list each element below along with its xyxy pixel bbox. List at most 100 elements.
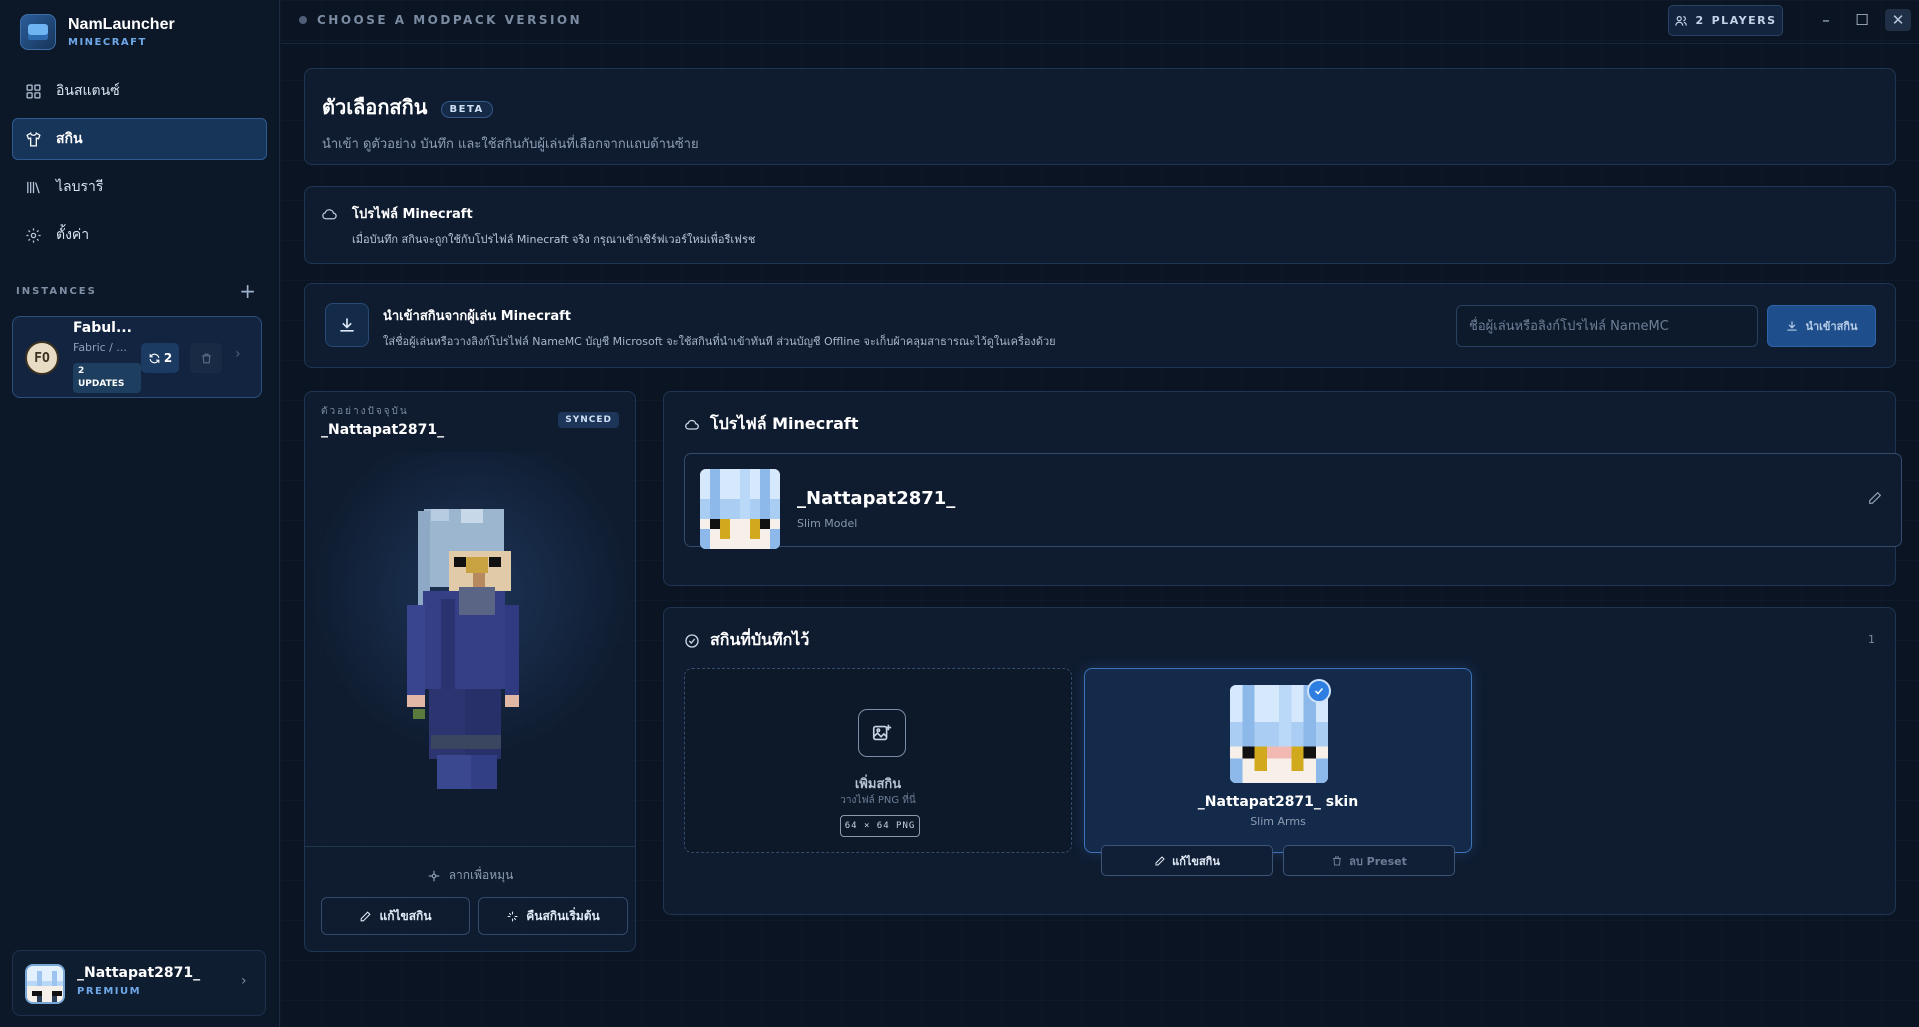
- import-card: นำเข้าสกินจากผู้เล่น Minecraft ใส่ชื่อผู…: [304, 283, 1896, 368]
- skin-preview-card: ตัวอย่างปัจจุบัน _Nattapat2871_ SYNCED ล…: [304, 391, 636, 952]
- notice-text: เมื่อบันทึก สกินจะถูกใช้กับโปรไฟล์ Minec…: [352, 233, 756, 246]
- notice-title: โปรไฟล์ Minecraft: [352, 207, 473, 222]
- download-icon: [325, 303, 369, 347]
- avatar: [25, 964, 65, 1004]
- download-icon: [1787, 321, 1798, 331]
- sidebar-item-skins[interactable]: สกิน: [12, 118, 267, 160]
- refresh-icon: [149, 353, 160, 363]
- maximize-icon[interactable]: ☐: [1849, 9, 1875, 31]
- instance-meta: Fabric / ...: [73, 341, 127, 354]
- instance-card[interactable]: FO Fabul... Fabric / ... 2 UPDATES 2 ›: [12, 316, 262, 398]
- profile-name: _Nattapat2871_: [797, 488, 956, 509]
- minimize-icon[interactable]: –: [1813, 9, 1839, 31]
- beta-badge: BETA: [440, 101, 493, 118]
- edit-skin-label: แก้ไขสกิน: [1172, 854, 1220, 868]
- sync-button[interactable]: 2: [141, 343, 179, 373]
- saved-skins-card: สกินที่บันทึกไว้ 1 เพิ่มสกิน วางไฟล์ PNG…: [663, 607, 1896, 915]
- add-skin-hint: วางไฟล์ PNG ที่นี่: [840, 795, 916, 806]
- chevron-right-icon[interactable]: ›: [235, 346, 241, 362]
- edit-skin-button[interactable]: แก้ไขสกิน: [321, 897, 470, 935]
- instance-name: Fabul...: [73, 320, 132, 336]
- divider: [305, 846, 635, 847]
- instances-title: INSTANCES: [16, 285, 97, 297]
- import-title: นำเข้าสกินจากผู้เล่น Minecraft: [383, 309, 571, 324]
- sidebar-item-label: ไลบรารี: [56, 179, 104, 195]
- import-skin-button[interactable]: นำเข้าสกิน: [1767, 305, 1876, 347]
- section-title-text: สกินที่บันทึกไว้: [710, 630, 810, 649]
- section-title: โปรไฟล์ Minecraft: [684, 412, 859, 437]
- launcher-logo-icon: [20, 14, 56, 50]
- title-bar: CHOOSE A MODPACK VERSION 2 PLAYERS – ☐ ✕: [281, 0, 1919, 44]
- profile-row: _Nattapat2871_ Slim Model: [684, 453, 1902, 549]
- breadcrumb: CHOOSE A MODPACK VERSION: [299, 13, 582, 27]
- account-name: _Nattapat2871_: [77, 965, 201, 981]
- sync-count: 2: [163, 351, 173, 365]
- skin-face-icon: [27, 966, 63, 1002]
- main-content: CHOOSE A MODPACK VERSION 2 PLAYERS – ☐ ✕…: [281, 0, 1919, 1027]
- edit-profile-button[interactable]: [1867, 490, 1883, 510]
- profile-notice-card: โปรไฟล์ Minecraft เมื่อบันทึก สกินจะถูกใ…: [304, 186, 1896, 264]
- sparkle-icon: [507, 911, 518, 921]
- add-skin-label: เพิ่มสกิน: [854, 777, 902, 792]
- page-subtitle: นำเข้า ดูตัวอย่าง บันทึก และใช้สกินกับผู…: [322, 137, 699, 152]
- close-icon[interactable]: ✕: [1885, 9, 1911, 31]
- reset-skin-label: คืนสกินเริ่มต้น: [526, 908, 600, 923]
- sidebar-item-settings[interactable]: ตั้งค่า: [12, 214, 267, 256]
- instance-avatar: FO: [25, 341, 59, 375]
- saved-skin-model: Slim Arms: [1250, 815, 1306, 828]
- skin-3d-viewer[interactable]: [306, 452, 636, 789]
- player-name-input[interactable]: [1456, 305, 1758, 347]
- shirt-icon: [26, 131, 41, 147]
- gear-icon: [26, 227, 41, 243]
- grid-icon: [26, 83, 41, 99]
- players-button[interactable]: 2 PLAYERS: [1668, 5, 1783, 36]
- delete-instance-button[interactable]: [190, 343, 222, 373]
- instances-header: INSTANCES +: [16, 281, 256, 301]
- trash-icon: [1333, 856, 1342, 865]
- brand: NamLauncher MINECRAFT: [20, 14, 175, 50]
- section-title-text: โปรไฟล์ Minecraft: [710, 414, 859, 433]
- preview-label: ตัวอย่างปัจจุบัน: [321, 406, 409, 417]
- saved-skin-name: _Nattapat2871_ skin: [1197, 794, 1359, 810]
- rotate-icon: [428, 870, 439, 881]
- add-instance-icon[interactable]: +: [239, 281, 256, 301]
- profile-model: Slim Model: [797, 517, 858, 530]
- reset-skin-button[interactable]: คืนสกินเริ่มต้น: [478, 897, 628, 935]
- sidebar: NamLauncher MINECRAFT อินสแตนซ์ สกิน ไลบ…: [0, 0, 280, 1027]
- users-icon: [1675, 15, 1688, 26]
- pencil-icon: [361, 910, 372, 921]
- cloud-icon: [322, 209, 337, 220]
- sidebar-item-label: ตั้งค่า: [56, 227, 90, 243]
- saved-skin-tile[interactable]: _Nattapat2871_ skin Slim Arms แก้ไขสกิน …: [1084, 668, 1472, 876]
- pencil-icon: [1869, 491, 1882, 504]
- status-dot-icon: [299, 16, 307, 24]
- brand-name: NamLauncher: [68, 16, 175, 33]
- players-label: PLAYERS: [1711, 14, 1777, 27]
- delete-preset-button[interactable]: ลบ Preset: [1283, 845, 1455, 876]
- sidebar-item-library[interactable]: ไลบรารี: [12, 166, 267, 208]
- delete-preset-label: ลบ Preset: [1349, 854, 1407, 868]
- trash-icon: [201, 353, 211, 363]
- page-header-card: ตัวเลือกสกิน BETA นำเข้า ดูตัวอย่าง บันท…: [304, 68, 1896, 165]
- cloud-icon: [685, 419, 699, 430]
- sidebar-item-instances[interactable]: อินสแตนซ์: [12, 70, 267, 112]
- sidebar-nav: อินสแตนซ์ สกิน ไลบรารี ตั้งค่า: [12, 70, 267, 262]
- size-badge: 64 × 64 PNG: [840, 815, 920, 837]
- library-icon: [27, 181, 40, 193]
- import-text: ใส่ชื่อผู้เล่นหรือวางลิงก์โปรไฟล์ NameMC…: [383, 335, 1056, 348]
- page-title: ตัวเลือกสกิน: [322, 95, 428, 119]
- import-skin-label: นำเข้าสกิน: [1805, 320, 1858, 333]
- breadcrumb-text: CHOOSE A MODPACK VERSION: [317, 13, 583, 27]
- add-skin-dropzone[interactable]: เพิ่มสกิน วางไฟล์ PNG ที่นี่ 64 × 64 PNG: [684, 668, 1072, 853]
- status-badge: SYNCED: [558, 412, 619, 428]
- account-tier: PREMIUM: [77, 986, 142, 997]
- account-card[interactable]: _Nattapat2871_ PREMIUM ›: [12, 950, 266, 1016]
- section-title: สกินที่บันทึกไว้: [684, 628, 809, 653]
- edit-skin-button[interactable]: แก้ไขสกิน: [1101, 845, 1273, 876]
- updates-count: 2: [78, 366, 85, 376]
- drag-hint-text: ลากเพื่อหมุน: [448, 868, 514, 882]
- skin-face-icon: [700, 469, 780, 549]
- selected-check-icon: [1307, 679, 1331, 703]
- sidebar-item-label: สกิน: [56, 131, 83, 147]
- minecraft-profile-card: โปรไฟล์ Minecraft _Nattapat2871_ Slim Mo…: [663, 391, 1902, 586]
